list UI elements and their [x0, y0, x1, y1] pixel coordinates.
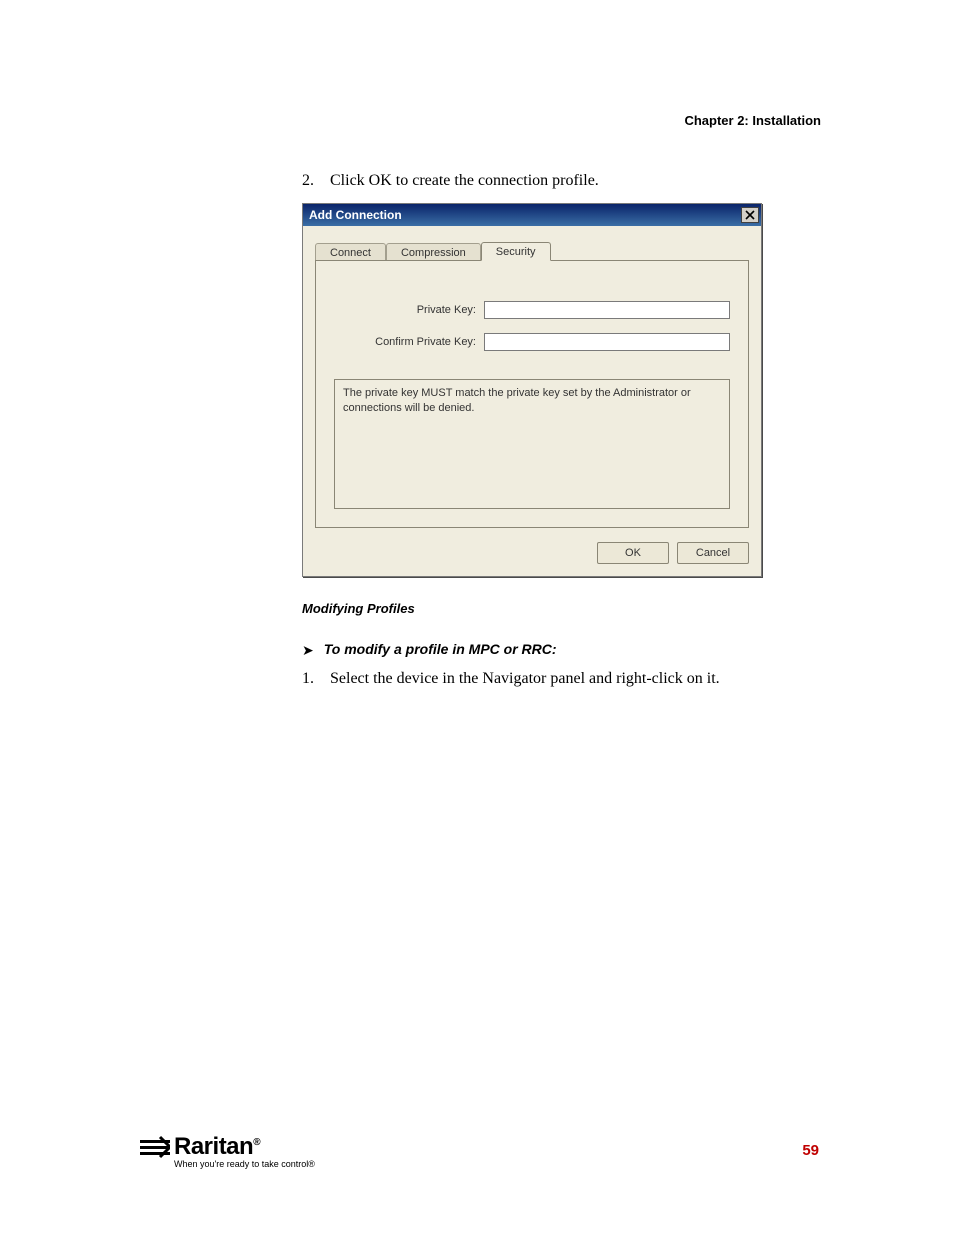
tab-security[interactable]: Security: [481, 242, 551, 261]
ok-button[interactable]: OK: [597, 542, 669, 564]
action-text: To modify a profile in MPC or RRC:: [324, 641, 557, 657]
tab-compression[interactable]: Compression: [386, 243, 481, 261]
action-row: ➤ To modify a profile in MPC or RRC:: [302, 641, 557, 659]
confirm-private-key-label: Confirm Private Key:: [334, 336, 484, 348]
dialog-titlebar: Add Connection: [303, 204, 761, 226]
tab-strip: Connect Compression Security: [315, 238, 749, 260]
action-arrow-icon: ➤: [302, 641, 314, 659]
step-2-text: Click OK to create the connection profil…: [330, 172, 599, 189]
step-2-number: 2.: [302, 172, 326, 190]
dialog-title: Add Connection: [309, 208, 402, 222]
dialog-body: Connect Compression Security Private Key…: [303, 226, 761, 542]
private-key-label: Private Key:: [334, 304, 484, 316]
confirm-private-key-input[interactable]: [484, 333, 730, 351]
footer-logo: Raritan® When you're ready to take contr…: [140, 1133, 315, 1169]
dialog-button-row: OK Cancel: [303, 542, 761, 576]
raritan-logo-icon: [140, 1134, 170, 1160]
private-key-row: Private Key:: [334, 301, 730, 319]
security-tab-panel: Private Key: Confirm Private Key: The pr…: [315, 260, 749, 528]
modifying-profiles-heading: Modifying Profiles: [302, 601, 415, 616]
step-2: 2. Click OK to create the connection pro…: [302, 172, 599, 190]
close-button[interactable]: [741, 207, 759, 223]
step-1-number: 1.: [302, 670, 326, 688]
private-key-input[interactable]: [484, 301, 730, 319]
footer-brand: Raritan®: [174, 1133, 260, 1161]
footer-brand-name: Raritan: [174, 1133, 253, 1160]
cancel-button[interactable]: Cancel: [677, 542, 749, 564]
step-1: 1. Select the device in the Navigator pa…: [302, 670, 720, 688]
confirm-private-key-row: Confirm Private Key:: [334, 333, 730, 351]
footer-tagline: When you're ready to take control®: [174, 1159, 315, 1169]
page-number: 59: [802, 1142, 819, 1159]
hint-box: The private key MUST match the private k…: [334, 379, 730, 509]
close-icon: [745, 210, 755, 220]
tab-connect[interactable]: Connect: [315, 243, 386, 261]
step-1-text: Select the device in the Navigator panel…: [330, 670, 720, 687]
footer-reg-mark: ®: [253, 1137, 260, 1148]
chapter-header: Chapter 2: Installation: [684, 113, 821, 128]
add-connection-dialog: Add Connection Connect Compression Secur…: [302, 203, 762, 577]
